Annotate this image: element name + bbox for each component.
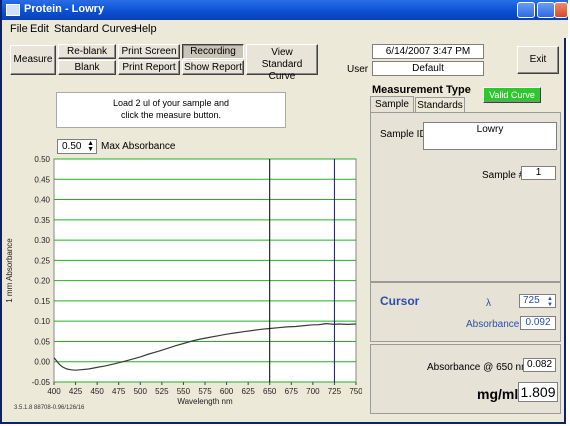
x-tick-label: 700 <box>306 387 320 396</box>
x-tick-label: 650 <box>263 387 277 396</box>
user-field[interactable]: Default <box>372 61 484 76</box>
minimize-button[interactable] <box>517 2 535 18</box>
recording-button[interactable]: Recording <box>182 44 244 59</box>
x-tick-label: 525 <box>155 387 169 396</box>
spin-arrows-icon[interactable]: ▲ ▼ <box>87 140 94 153</box>
menu-bar: File Edit Standard Curves Help <box>2 20 568 38</box>
print-report-button[interactable]: Print Report <box>118 60 180 75</box>
show-report-button[interactable]: Show Report <box>182 60 244 75</box>
max-absorbance-value: 0.50 <box>62 141 82 152</box>
x-tick-label: 675 <box>285 387 299 396</box>
x-tick-label: 600 <box>220 387 234 396</box>
y-tick-label: -0.05 <box>32 378 51 387</box>
x-tick-label: 400 <box>47 387 61 396</box>
y-tick-label: 0.50 <box>34 155 50 164</box>
x-axis-label: Wavelength nm <box>177 397 233 406</box>
instruction-line-1: Load 2 ul of your sample and <box>112 98 230 108</box>
menu-standard-curves[interactable]: Standard Curves <box>54 23 137 35</box>
print-screen-button[interactable]: Print Screen <box>118 44 180 59</box>
user-label: User <box>347 64 369 75</box>
datetime-display: 6/14/2007 3:47 PM <box>372 44 484 59</box>
wavelength-stepper[interactable]: 725 ▲ ▼ <box>519 294 556 308</box>
x-tick-label: 500 <box>134 387 148 396</box>
abs650-value: 0.082 <box>523 358 556 372</box>
y-tick-label: 0.45 <box>34 175 50 184</box>
result-value: 1.809 <box>518 382 558 402</box>
y-axis-label: 1 mm Absorbance <box>5 238 14 303</box>
title-bar: Protein - Lowry <box>2 0 568 20</box>
menu-edit[interactable]: Edit <box>30 23 49 35</box>
instruction-panel: Load 2 ul of your sample and click the m… <box>56 92 286 128</box>
window-title: Protein - Lowry <box>24 3 105 15</box>
x-tick-label: 575 <box>198 387 212 396</box>
view-standard-curve-button[interactable]: View Standard Curve <box>246 44 318 82</box>
cursor-absorbance-value: 0.092 <box>520 316 556 330</box>
instruction-line-2: click the measure button. <box>120 110 222 120</box>
wavelength-value: 725 <box>523 295 540 306</box>
app-icon <box>6 4 20 16</box>
x-tick-label: 550 <box>177 387 191 396</box>
sample-id-field[interactable]: Lowry <box>423 122 557 150</box>
abs650-label: Absorbance @ 650 nm <box>427 362 530 373</box>
menu-file[interactable]: File <box>10 23 28 35</box>
view-standard-curve-label-2: Standard Curve <box>261 59 303 82</box>
x-tick-label: 725 <box>328 387 342 396</box>
y-tick-label: 0.00 <box>34 358 50 367</box>
cursor-title: Cursor <box>380 294 420 308</box>
version-text: 3.5.1.8 88708-0.96/126/16 <box>14 405 85 411</box>
app-window: Protein - Lowry File Edit Standard Curve… <box>0 0 568 424</box>
sample-id-label: Sample ID <box>380 129 427 140</box>
measure-button[interactable]: Measure <box>10 45 56 75</box>
y-tick-label: 0.35 <box>34 216 50 225</box>
y-tick-label: 0.40 <box>34 196 50 205</box>
exit-button[interactable]: Exit <box>517 46 559 74</box>
x-tick-label: 475 <box>112 387 126 396</box>
absorbance-chart[interactable]: 0.50 0.45 0.40 0.35 0.30 0.25 0.20 0.15 0.10 0.05… <box>2 155 362 415</box>
max-absorbance-label: Max Absorbance <box>101 141 176 152</box>
y-tick-label: 0.15 <box>34 297 50 306</box>
valid-curve-indicator: Valid Curve <box>483 87 541 103</box>
close-button[interactable] <box>554 2 568 18</box>
menu-help[interactable]: Help <box>134 23 157 35</box>
sample-number-field[interactable]: 1 <box>521 166 556 180</box>
x-tick-label: 750 <box>349 387 362 396</box>
x-tick-label: 625 <box>241 387 255 396</box>
y-tick-label: 0.05 <box>34 337 50 346</box>
cursor-panel <box>370 282 561 342</box>
tab-sample[interactable]: Sample <box>370 96 414 113</box>
sample-number-label: Sample # <box>482 170 525 181</box>
cursor-absorbance-label: Absorbance <box>466 319 520 330</box>
y-tick-label: 0.20 <box>34 277 50 286</box>
tab-standards[interactable]: Standards <box>415 97 465 112</box>
blank-button[interactable]: Blank <box>58 60 116 75</box>
view-standard-curve-label-1: View <box>271 47 293 58</box>
y-tick-label: 0.25 <box>34 256 50 265</box>
x-tick-label: 450 <box>90 387 104 396</box>
reblank-button[interactable]: Re-blank <box>58 44 116 59</box>
maximize-button[interactable] <box>537 2 555 18</box>
result-unit: mg/ml <box>477 386 519 402</box>
y-tick-label: 0.10 <box>34 317 50 326</box>
max-absorbance-stepper[interactable]: 0.50 ▲ ▼ <box>57 139 97 154</box>
y-tick-label: 0.30 <box>34 236 50 245</box>
lambda-symbol: λ <box>486 298 491 309</box>
x-tick-label: 425 <box>69 387 83 396</box>
measurement-type-title: Measurement Type <box>372 84 471 96</box>
result-panel <box>370 344 561 414</box>
wavelength-spin-icon[interactable]: ▲ ▼ <box>547 296 553 308</box>
plot-area <box>53 158 357 383</box>
